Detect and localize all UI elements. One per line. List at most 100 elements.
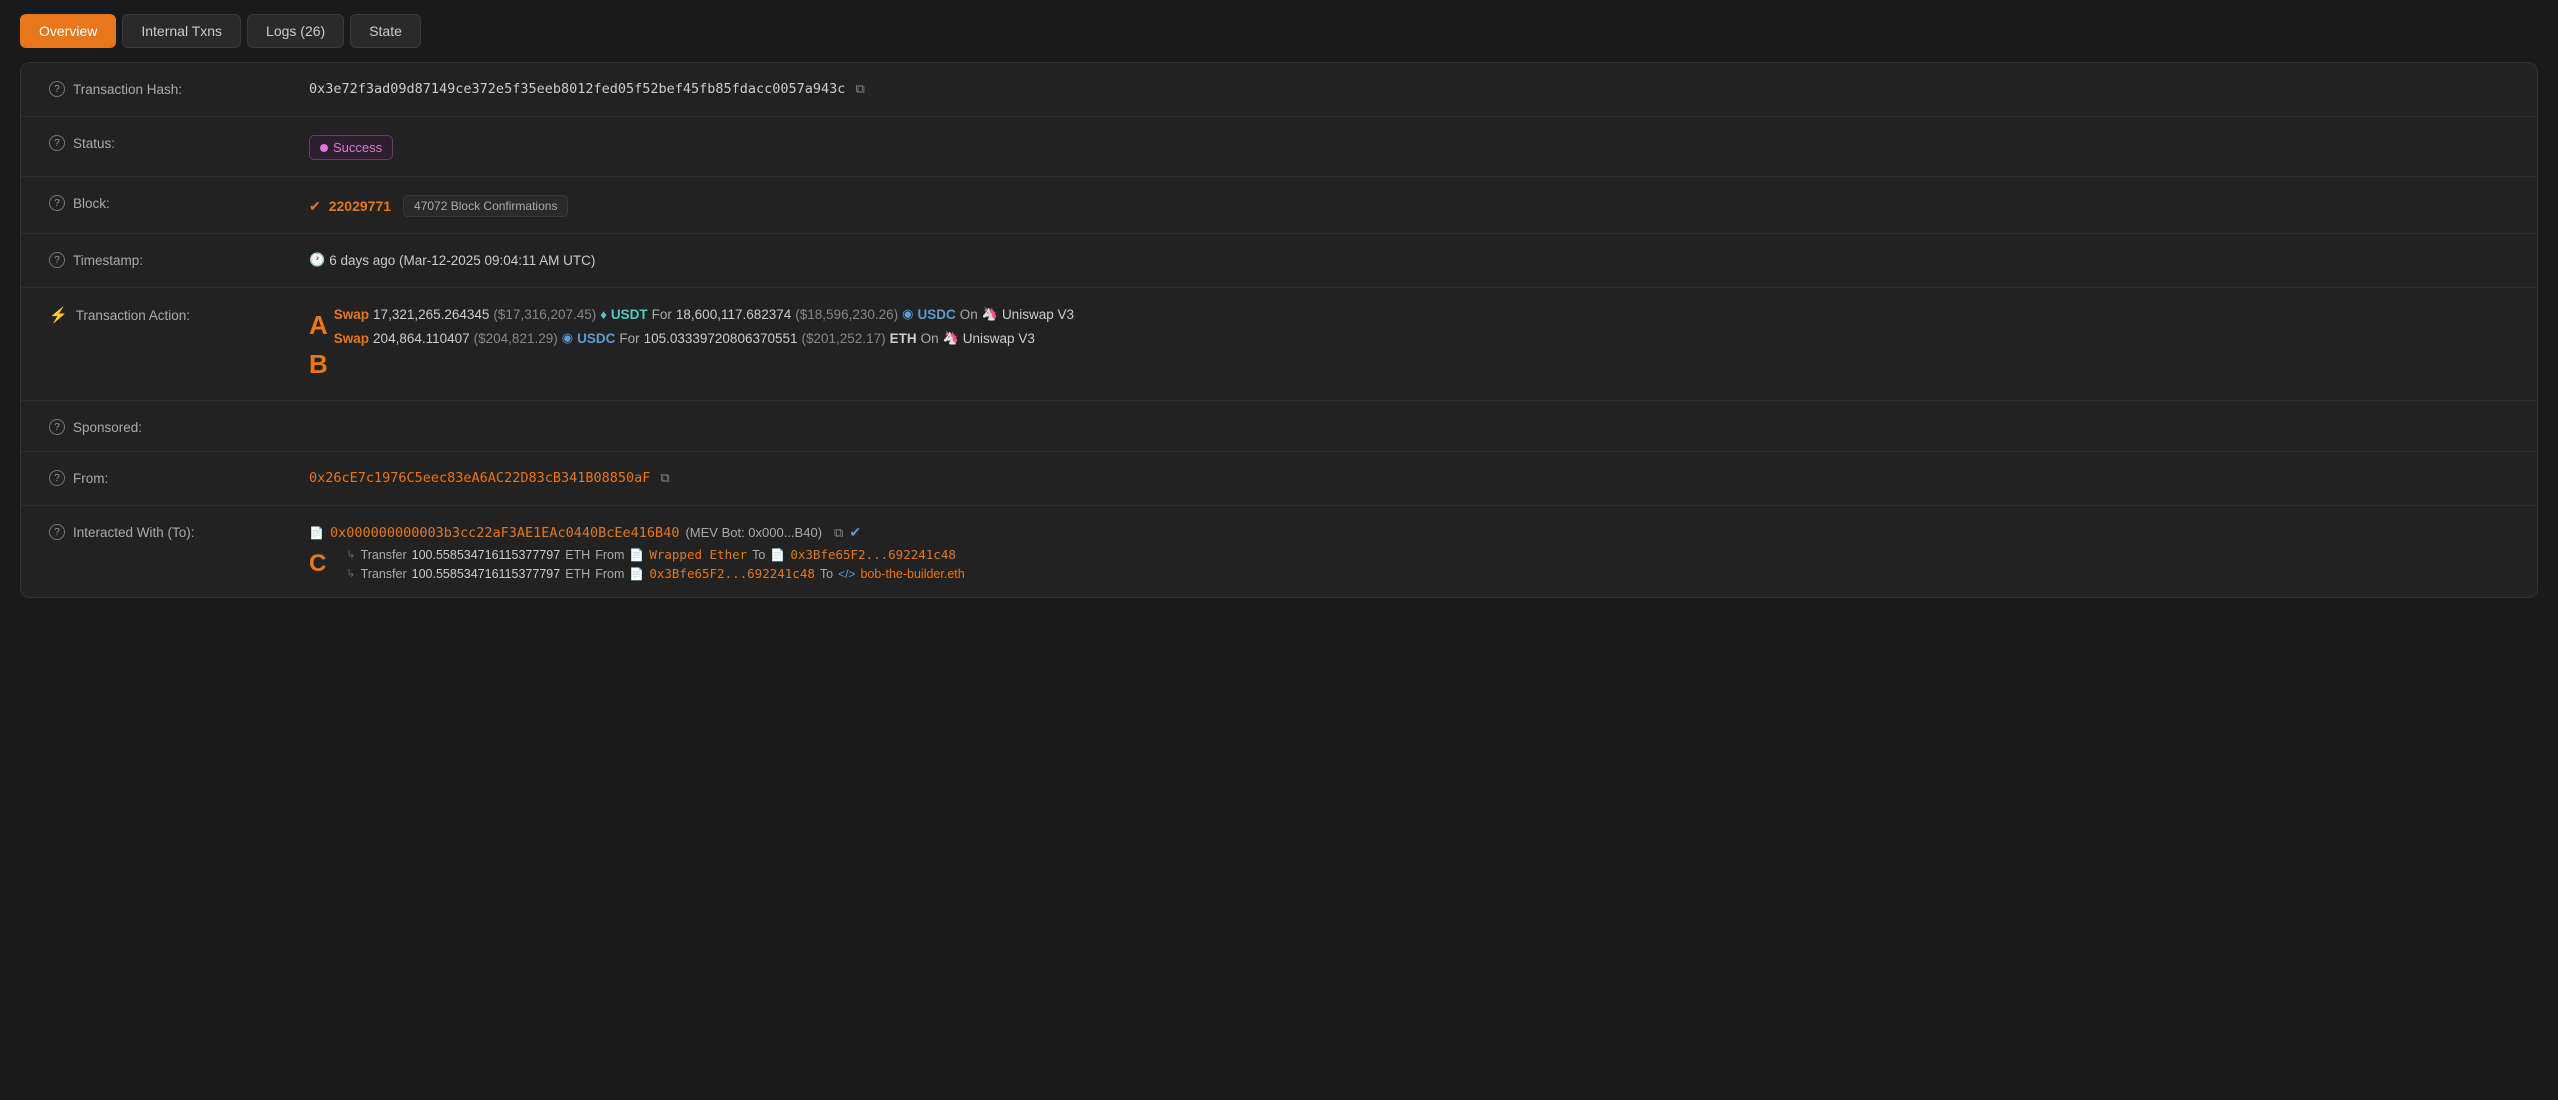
value-from: 0x26cE7c1976C5eec83eA6AC22D83cB341B08850… xyxy=(309,468,2509,486)
label-sponsored: ? Sponsored: xyxy=(49,417,309,435)
bob-code-icon: </> xyxy=(838,567,855,581)
amount2-b: 105.03339720806370551 xyxy=(644,331,798,346)
help-icon-status: ? xyxy=(49,135,65,151)
help-icon-block: ? xyxy=(49,195,65,211)
transfer-to-label-1: To xyxy=(752,548,765,562)
help-icon-hash: ? xyxy=(49,81,65,97)
usd1-a: ($17,316,207.45) xyxy=(493,307,596,322)
transfer-amount-2: 100.558534716115377797 xyxy=(412,567,561,581)
help-icon-from: ? xyxy=(49,470,65,486)
value-status: Success xyxy=(309,133,2509,160)
timestamp-value: 6 days ago (Mar-12-2025 09:04:11 AM UTC) xyxy=(329,253,595,268)
on-a: On xyxy=(960,307,978,322)
doc-icon-from-2: 📄 xyxy=(629,567,644,581)
tab-bar: Overview Internal Txns Logs (26) State xyxy=(0,0,2558,62)
row-status: ? Status: Success xyxy=(21,117,2537,177)
action-lines: Swap 17,321,265.264345 ($17,316,207.45) … xyxy=(334,306,1074,346)
uniswap-icon-b: 🦄 xyxy=(943,330,959,346)
copy-interacted-icon[interactable]: ⧉ xyxy=(834,525,843,541)
tab-overview[interactable]: Overview xyxy=(20,14,116,48)
tab-internal-txns[interactable]: Internal Txns xyxy=(122,14,241,48)
amount1-a: 17,321,265.264345 xyxy=(373,307,489,322)
transfer-row-2: ↳ Transfer 100.558534716115377797 ETH Fr… xyxy=(332,566,964,581)
transfer-to-addr-1[interactable]: 0x3Bfe65F2...692241c48 xyxy=(790,547,956,562)
action-line-b: Swap 204,864.110407 ($204,821.29) ◉ USDC… xyxy=(334,330,1074,346)
interacted-transfers-wrapper: C ↳ Transfer 100.558534716115377797 ETH … xyxy=(309,547,965,581)
doc-icon-to-1: 📄 xyxy=(770,548,785,562)
uniswap-b: Uniswap V3 xyxy=(963,331,1035,346)
action-wrapper: A B Swap 17,321,265.264345 ($17,316,207.… xyxy=(309,306,1074,384)
help-icon-timestamp: ? xyxy=(49,252,65,268)
uniswap-icon-a: 🦄 xyxy=(982,306,998,322)
transfer-arrow-1: ↳ xyxy=(346,548,355,561)
hash-value: 0x3e72f3ad09d87149ce372e5f35eeb8012fed05… xyxy=(309,81,845,97)
amount1-b: 204,864.110407 xyxy=(373,331,470,346)
for-a: For xyxy=(652,307,672,322)
value-block: ✔ 22029771 47072 Block Confirmations xyxy=(309,193,2509,217)
transaction-card: ? Transaction Hash: 0x3e72f3ad09d87149ce… xyxy=(20,62,2538,598)
value-transaction-hash: 0x3e72f3ad09d87149ce372e5f35eeb8012fed05… xyxy=(309,79,2509,97)
row-block: ? Block: ✔ 22029771 47072 Block Confirma… xyxy=(21,177,2537,234)
transfer-row-1: ↳ Transfer 100.558534716115377797 ETH Fr… xyxy=(332,547,964,562)
row-transaction-action: ⚡ Transaction Action: A B Swap 17,321,26… xyxy=(21,288,2537,401)
token-eth-b: ETH xyxy=(890,331,917,346)
value-interacted-with: 📄 0x000000000003b3cc22aF3AE1EAc0440BcEe4… xyxy=(309,522,2509,581)
transfer-from-label-1: From xyxy=(595,548,624,562)
help-icon-interacted: ? xyxy=(49,524,65,540)
swap-label-b: Swap xyxy=(334,331,369,346)
action-letter-b: B xyxy=(309,345,328,384)
transfer-rows: ↳ Transfer 100.558534716115377797 ETH Fr… xyxy=(332,547,964,581)
transfer-label-2: Transfer xyxy=(361,567,407,581)
row-sponsored: ? Sponsored: xyxy=(21,401,2537,452)
value-timestamp: 🕐 6 days ago (Mar-12-2025 09:04:11 AM UT… xyxy=(309,250,2509,268)
usdc-coin-icon-a: ◉ xyxy=(902,306,913,322)
confirmations-badge: 47072 Block Confirmations xyxy=(403,195,568,217)
usdt-gem-icon: ♦ xyxy=(600,307,607,322)
transfer-unit-2: ETH xyxy=(565,567,590,581)
clock-icon: 🕐 xyxy=(309,252,325,268)
label-block: ? Block: xyxy=(49,193,309,211)
mev-text: (MEV Bot: 0x000...B40) xyxy=(685,525,822,540)
doc-icon-interacted: 📄 xyxy=(309,526,324,540)
usd2-b: ($201,252.17) xyxy=(802,331,886,346)
usd2-a: ($18,596,230.26) xyxy=(795,307,898,322)
transfer-from-addr-2[interactable]: 0x3Bfe65F2...692241c48 xyxy=(649,566,815,581)
block-number[interactable]: 22029771 xyxy=(329,198,391,214)
for-b: For xyxy=(619,331,639,346)
transfer-to-addr-2[interactable]: bob-the-builder.eth xyxy=(860,567,964,581)
help-icon-sponsored: ? xyxy=(49,419,65,435)
token-usdc-a: USDC xyxy=(917,307,955,322)
label-timestamp: ? Timestamp: xyxy=(49,250,309,268)
action-letters-col: A B xyxy=(309,306,328,384)
token-usdc-b: USDC xyxy=(577,331,615,346)
uniswap-a: Uniswap V3 xyxy=(1002,307,1074,322)
action-letter-a: A xyxy=(309,306,328,345)
usd1-b: ($204,821.29) xyxy=(474,331,558,346)
row-from: ? From: 0x26cE7c1976C5eec83eA6AC22D83cB3… xyxy=(21,452,2537,506)
transfer-unit-1: ETH xyxy=(565,548,590,562)
lightning-icon: ⚡ xyxy=(49,306,68,324)
interacted-address[interactable]: 0x000000000003b3cc22aF3AE1EAc0440BcEe416… xyxy=(330,525,680,541)
token-usdt-a: USDT xyxy=(611,307,648,322)
amount2-a: 18,600,117.682374 xyxy=(676,307,791,322)
transfer-from-label-2: From xyxy=(595,567,624,581)
row-timestamp: ? Timestamp: 🕐 6 days ago (Mar-12-2025 0… xyxy=(21,234,2537,288)
verified-icon: ✔ xyxy=(849,524,861,541)
from-address[interactable]: 0x26cE7c1976C5eec83eA6AC22D83cB341B08850… xyxy=(309,470,650,486)
on-b: On xyxy=(921,331,939,346)
copy-hash-icon[interactable]: ⧉ xyxy=(855,81,864,97)
action-letter-c: C xyxy=(309,547,326,581)
value-sponsored xyxy=(309,417,2509,419)
transfer-from-addr-1[interactable]: Wrapped Ether xyxy=(649,547,747,562)
usdc-coin-icon-b: ◉ xyxy=(562,330,573,346)
label-transaction-action: ⚡ Transaction Action: xyxy=(49,304,309,324)
status-dot xyxy=(320,144,328,152)
doc-icon-from-1: 📄 xyxy=(629,548,644,562)
action-line-a: Swap 17,321,265.264345 ($17,316,207.45) … xyxy=(334,306,1074,322)
copy-from-icon[interactable]: ⧉ xyxy=(660,470,669,486)
value-transaction-action: A B Swap 17,321,265.264345 ($17,316,207.… xyxy=(309,304,2509,384)
tab-state[interactable]: State xyxy=(350,14,421,48)
row-transaction-hash: ? Transaction Hash: 0x3e72f3ad09d87149ce… xyxy=(21,63,2537,117)
tab-logs[interactable]: Logs (26) xyxy=(247,14,344,48)
label-transaction-hash: ? Transaction Hash: xyxy=(49,79,309,97)
